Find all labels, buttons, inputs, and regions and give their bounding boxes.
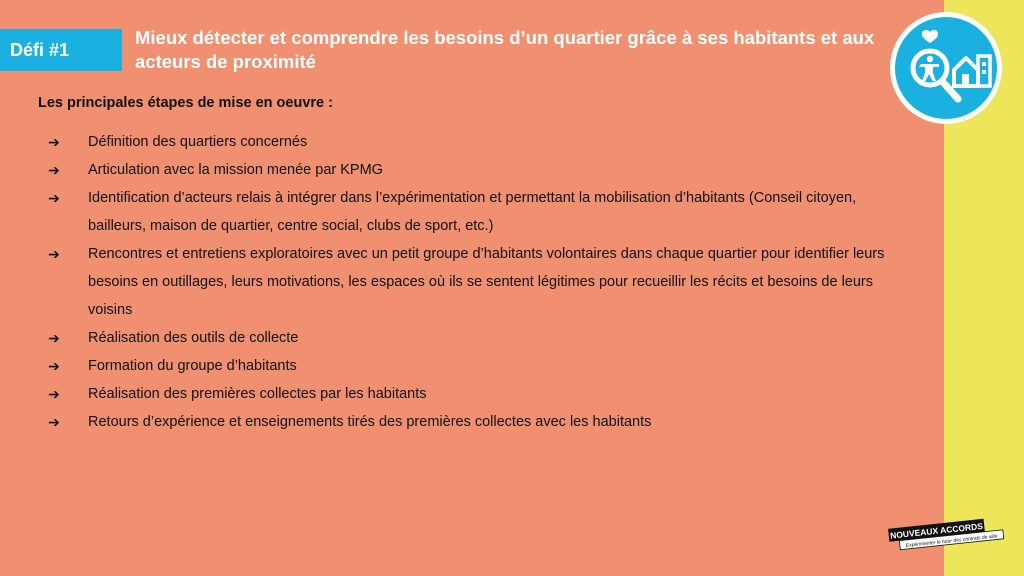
arrow-icon: ➔ bbox=[48, 134, 60, 150]
step-text: Définition des quartiers concernés bbox=[88, 134, 308, 150]
arrow-icon: ➔ bbox=[48, 414, 60, 430]
step-item: ➔ Formation du groupe d’habitants bbox=[48, 352, 908, 380]
step-item: ➔ Rencontres et entretiens exploratoires … bbox=[48, 240, 908, 324]
magnifier-person-house-heart-icon bbox=[890, 12, 1002, 124]
step-text: Formation du groupe d’habitants bbox=[88, 358, 297, 374]
arrow-icon: ➔ bbox=[48, 246, 60, 262]
step-text: Réalisation des premières collectes par … bbox=[88, 386, 427, 402]
step-item: ➔ Retours d’expérience et enseignements t… bbox=[48, 408, 908, 436]
challenge-badge-label: Défi #1 bbox=[10, 39, 70, 60]
step-text: Retours d’expérience et enseignements ti… bbox=[88, 414, 652, 430]
section-title: Les principales étapes de mise en oeuvre… bbox=[38, 95, 333, 111]
page-title: Mieux détecter et comprendre les besoins… bbox=[135, 27, 875, 72]
step-item: ➔ Articulation avec la mission menée par … bbox=[48, 156, 908, 184]
step-item: ➔ Définition des quartiers concernés bbox=[48, 128, 908, 156]
challenge-badge: Défi #1 bbox=[0, 29, 122, 71]
arrow-icon: ➔ bbox=[48, 162, 60, 178]
arrow-icon: ➔ bbox=[48, 386, 60, 402]
arrow-icon: ➔ bbox=[48, 330, 60, 346]
arrow-icon: ➔ bbox=[48, 190, 60, 206]
step-item: ➔ Réalisation des outils de collecte bbox=[48, 324, 908, 352]
steps-list: ➔ Définition des quartiers concernés ➔ Arti… bbox=[48, 128, 908, 436]
arrow-icon: ➔ bbox=[48, 358, 60, 374]
step-text: Articulation avec la mission menée par K… bbox=[88, 162, 383, 178]
step-item: ➔ Identification d’acteurs relais à intég… bbox=[48, 184, 908, 240]
step-item: ➔ Réalisation des premières collectes par… bbox=[48, 380, 908, 408]
step-text: Réalisation des outils de collecte bbox=[88, 330, 299, 346]
nouveaux-accords-logo: NOUVEAUX ACCORDS Expérimenter le futur d… bbox=[888, 518, 1005, 551]
step-text: Identification d’acteurs relais à intégr… bbox=[88, 190, 857, 234]
step-text: Rencontres et entretiens exploratoires a… bbox=[88, 246, 885, 318]
